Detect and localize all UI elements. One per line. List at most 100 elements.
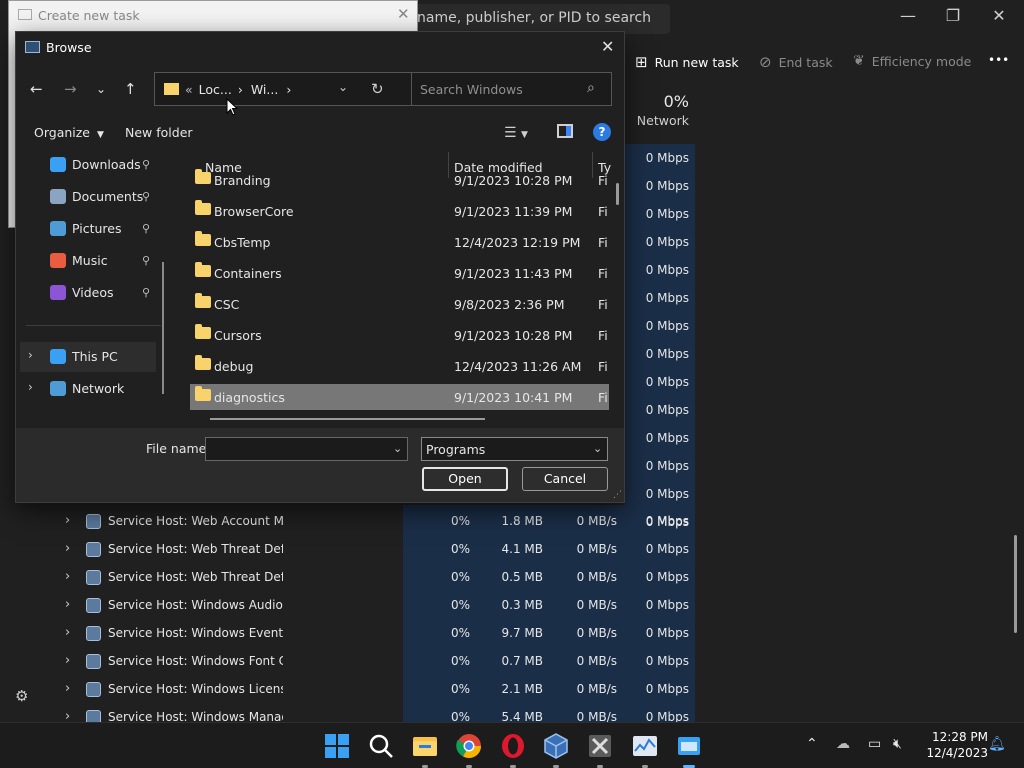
onedrive-offline-icon[interactable]: ☁ [836,736,850,752]
file-row[interactable]: debug 12/4/2023 11:26 AM Fi [190,353,609,379]
file-name-input[interactable] [206,438,386,460]
nav-item-pictures[interactable]: Pictures ⚲ [20,214,156,244]
file-type-select[interactable]: Programs ⌄ [421,437,608,461]
nav-item-videos[interactable]: Videos ⚲ [20,278,156,308]
nav-scrollbar[interactable] [162,262,164,394]
process-row[interactable]: › Service Host: Web Threat Defe... 0% 0.5 M… [55,564,695,592]
file-row[interactable]: Branding 9/1/2023 10:28 PM Fi [190,167,609,193]
file-row[interactable]: BrowserCore 9/1/2023 11:39 PM Fi [190,198,609,224]
address-bar[interactable]: « Loc... › Wi... › ⌄ ↻ [154,72,414,106]
expand-chevron-icon[interactable]: › [65,681,70,696]
preview-pane-icon[interactable] [557,124,573,138]
nav-item-music[interactable]: Music ⚲ [20,246,156,276]
file-row[interactable]: CbsTemp 12/4/2023 12:19 PM Fi [190,229,609,255]
file-list-horizontal-scrollbar[interactable] [210,418,485,420]
pin-icon[interactable]: ⚲ [142,286,150,299]
expand-chevron-icon[interactable]: › [65,513,70,528]
expand-chevron-icon[interactable]: › [65,625,70,640]
file-explorer-taskbar-button[interactable] [410,731,440,768]
forward-arrow-icon[interactable]: → [64,80,77,98]
search-icon[interactable]: ⌕ [587,80,595,96]
system-clock[interactable]: 12:28 PM 12/4/2023 [918,729,988,761]
cancel-button[interactable]: Cancel [522,467,608,491]
process-row[interactable]: › Service Host: Web Threat Defe... 0% 4.1 M… [55,536,695,564]
efficiency-mode-button[interactable]: ❦ Efficiency mode [853,53,971,69]
volume-muted-icon[interactable]: 🔇︎ [893,736,902,752]
tools-taskbar-button[interactable] [585,731,615,768]
chevron-down-icon[interactable]: ⌄ [393,442,402,455]
file-row[interactable]: CSC 9/8/2023 2:36 PM Fi [190,291,609,317]
file-list-vertical-scrollbar[interactable] [616,183,619,205]
file-name-combobox[interactable]: ⌄ [205,437,408,461]
run-new-task-button[interactable]: ⊞ Run new task [635,53,739,71]
recent-locations-chevron-icon[interactable]: ⌄ [96,82,106,96]
help-icon[interactable]: ? [593,123,611,141]
open-button[interactable]: Open [422,467,508,491]
maximize-button[interactable]: ❐ [938,6,968,25]
nav-item-downloads[interactable]: Downloads ⚲ [20,150,156,180]
file-row[interactable]: Containers 9/1/2023 11:43 PM Fi [190,260,609,286]
task-manager-taskbar-button[interactable] [630,731,660,768]
run-dialog-taskbar-button[interactable] [674,731,704,768]
start-button[interactable] [322,731,352,761]
search-windows-box[interactable]: ⌕ [411,72,612,106]
chrome-taskbar-button[interactable] [454,731,484,768]
expand-chevron-icon[interactable]: › [65,541,70,556]
process-disk: 0 MB/s [576,710,617,722]
settings-gear-icon[interactable]: ⚙ [15,687,28,705]
show-hidden-icons-chevron-icon[interactable]: ⌃ [806,736,818,752]
nav-item-network[interactable]: › Network [20,374,156,404]
up-arrow-icon[interactable]: ↑ [124,80,137,98]
process-row[interactable]: › Service Host: Windows Event ... 0% 9.7 MB… [55,620,695,648]
search-taskbar-button[interactable] [366,731,396,761]
notification-bell-icon[interactable]: 🔔︎ [988,736,1006,752]
process-search-box[interactable]: name, publisher, or PID to search [405,4,670,34]
process-row[interactable]: › Service Host: Windows Licens... 0% 2.1 MB… [55,676,695,704]
process-row[interactable]: › Service Host: Windows Font C... 0% 0.7 MB… [55,648,695,676]
close-button[interactable]: ✕ [984,6,1014,25]
minimize-button[interactable]: — [893,6,923,25]
nav-item-this-pc[interactable]: › This PC [20,342,156,372]
task-manager-icon [633,736,657,756]
end-task-button[interactable]: ⊘ End task [759,53,833,71]
view-options-icon[interactable]: ☰ ▼ [504,125,528,141]
opera-taskbar-button[interactable] [498,731,528,768]
pin-icon[interactable]: ⚲ [142,158,150,171]
cube-icon [544,733,568,759]
expand-chevron-icon[interactable]: › [28,348,33,362]
browse-close-icon[interactable]: ✕ [601,37,614,56]
search-windows-input[interactable] [412,73,587,105]
file-row[interactable]: Cursors 9/1/2023 10:28 PM Fi [190,322,609,348]
expand-chevron-icon[interactable]: › [28,380,33,394]
organize-button[interactable]: Organize ▼ [34,125,104,140]
more-options-button[interactable]: ••• [988,53,1009,67]
pin-icon[interactable]: ⚲ [142,222,150,235]
process-row[interactable]: › Service Host: Windows Manag... 0% 5.4 MB 0… [55,704,695,722]
create-task-close-icon[interactable]: ✕ [397,5,410,23]
expand-chevron-icon[interactable]: › [65,597,70,612]
nav-item-documents[interactable]: Documents ⚲ [20,182,156,212]
process-row[interactable]: › Service Host: Windows Audio ... 0% 0.3 MB… [55,592,695,620]
back-arrow-icon[interactable]: ← [30,80,43,98]
process-list-scrollbar[interactable] [1014,535,1017,633]
address-segment-local-disk[interactable]: Loc... [199,82,232,97]
file-type: Fi [598,266,608,281]
expand-chevron-icon[interactable]: › [65,569,70,584]
expand-chevron-icon[interactable]: › [65,709,70,722]
file-row[interactable]: diagnostics 9/1/2023 10:41 PM Fi [190,384,609,410]
refresh-icon[interactable]: ↻ [371,80,384,98]
address-dropdown-chevron-icon[interactable]: ⌄ [338,80,348,94]
network-monitor-icon[interactable]: ▭ [868,736,881,752]
network-column-header[interactable]: 0% Network [625,92,695,128]
new-folder-button[interactable]: New folder [125,125,193,140]
pin-icon[interactable]: ⚲ [142,190,150,203]
process-row[interactable]: › Service Host: Web Account M... 0% 1.8 MB 0… [55,508,695,536]
pin-icon[interactable]: ⚲ [142,254,150,267]
address-overflow-icon[interactable]: « [185,82,193,97]
resize-grip-icon[interactable]: ⋰ [613,490,622,500]
virtualbox-taskbar-button[interactable] [541,731,571,768]
process-cpu: 0% [450,542,470,556]
process-cpu: 0% [450,626,470,640]
address-segment-windows[interactable]: Wi... [251,82,278,97]
expand-chevron-icon[interactable]: › [65,653,70,668]
